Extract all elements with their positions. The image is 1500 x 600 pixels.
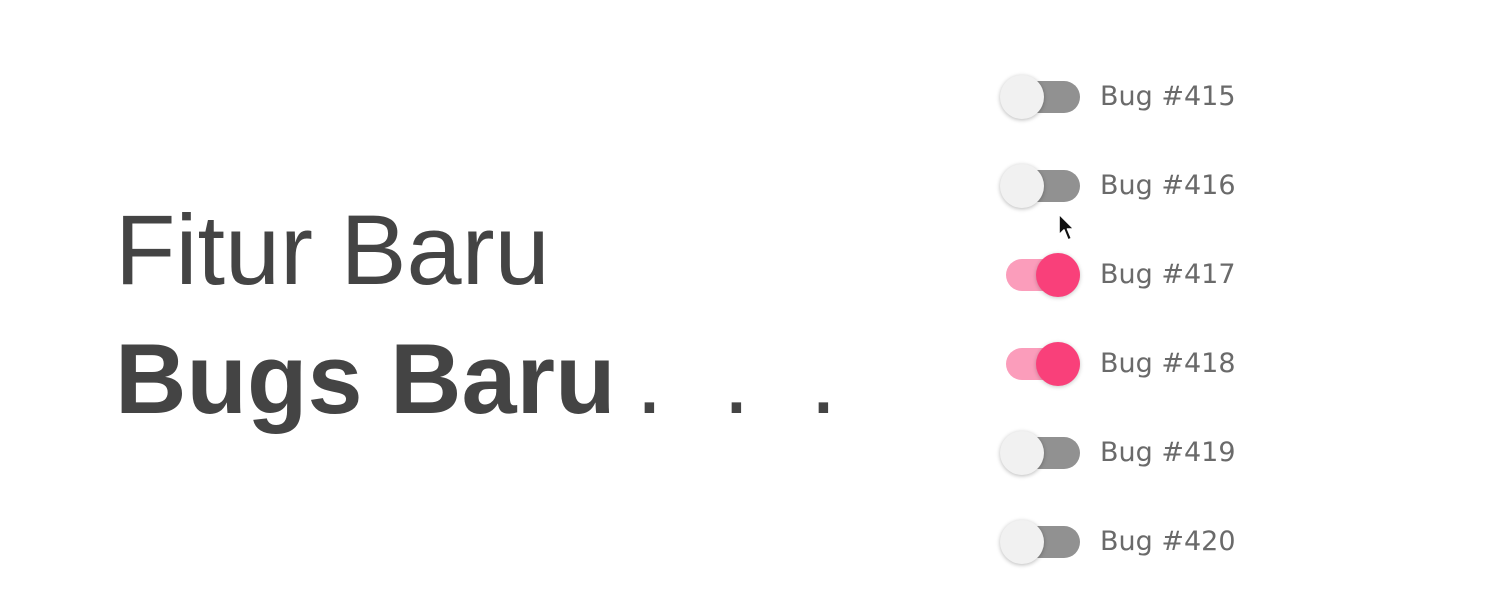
bug-toggle-418[interactable]: Bug #418 xyxy=(1000,319,1236,408)
toggle-switch[interactable] xyxy=(1000,512,1084,572)
toggle-thumb[interactable] xyxy=(1000,519,1044,564)
toggle-label: Bug #415 xyxy=(1100,81,1236,112)
toggle-label: Bug #418 xyxy=(1100,348,1236,379)
bug-toggle-420[interactable]: Bug #420 xyxy=(1000,497,1236,586)
toggle-switch[interactable] xyxy=(1000,156,1084,216)
toggle-thumb[interactable] xyxy=(1000,74,1044,119)
mouse-pointer-icon xyxy=(1058,213,1075,241)
headline-line-2: Bugs Baru. . . xyxy=(115,321,853,436)
toggle-switch[interactable] xyxy=(1000,67,1084,127)
bug-toggle-417[interactable]: Bug #417 xyxy=(1000,230,1236,319)
toggle-label: Bug #417 xyxy=(1100,259,1236,290)
headline-bold-text: Bugs Baru xyxy=(115,323,616,434)
toggle-label: Bug #420 xyxy=(1100,526,1236,557)
toggle-switch[interactable] xyxy=(1000,423,1084,483)
toggle-thumb[interactable] xyxy=(1036,252,1080,297)
bug-toggle-list: Bug #415 Bug #416 Bug #417 Bug #418 Bug … xyxy=(1000,52,1236,586)
toggle-label: Bug #419 xyxy=(1100,437,1236,468)
toggle-thumb[interactable] xyxy=(1000,163,1044,208)
bug-toggle-416[interactable]: Bug #416 xyxy=(1000,141,1236,230)
toggle-switch[interactable] xyxy=(1000,334,1084,394)
toggle-label: Bug #416 xyxy=(1100,170,1236,201)
bug-toggle-415[interactable]: Bug #415 xyxy=(1000,52,1236,141)
headline-ellipsis: . . . xyxy=(635,323,854,434)
toggle-switch[interactable] xyxy=(1000,245,1084,305)
toggle-thumb[interactable] xyxy=(1036,341,1080,386)
bug-toggle-419[interactable]: Bug #419 xyxy=(1000,408,1236,497)
headline: Fitur Baru Bugs Baru. . . xyxy=(115,192,853,436)
toggle-thumb[interactable] xyxy=(1000,430,1044,475)
headline-line-1: Fitur Baru xyxy=(115,194,550,305)
